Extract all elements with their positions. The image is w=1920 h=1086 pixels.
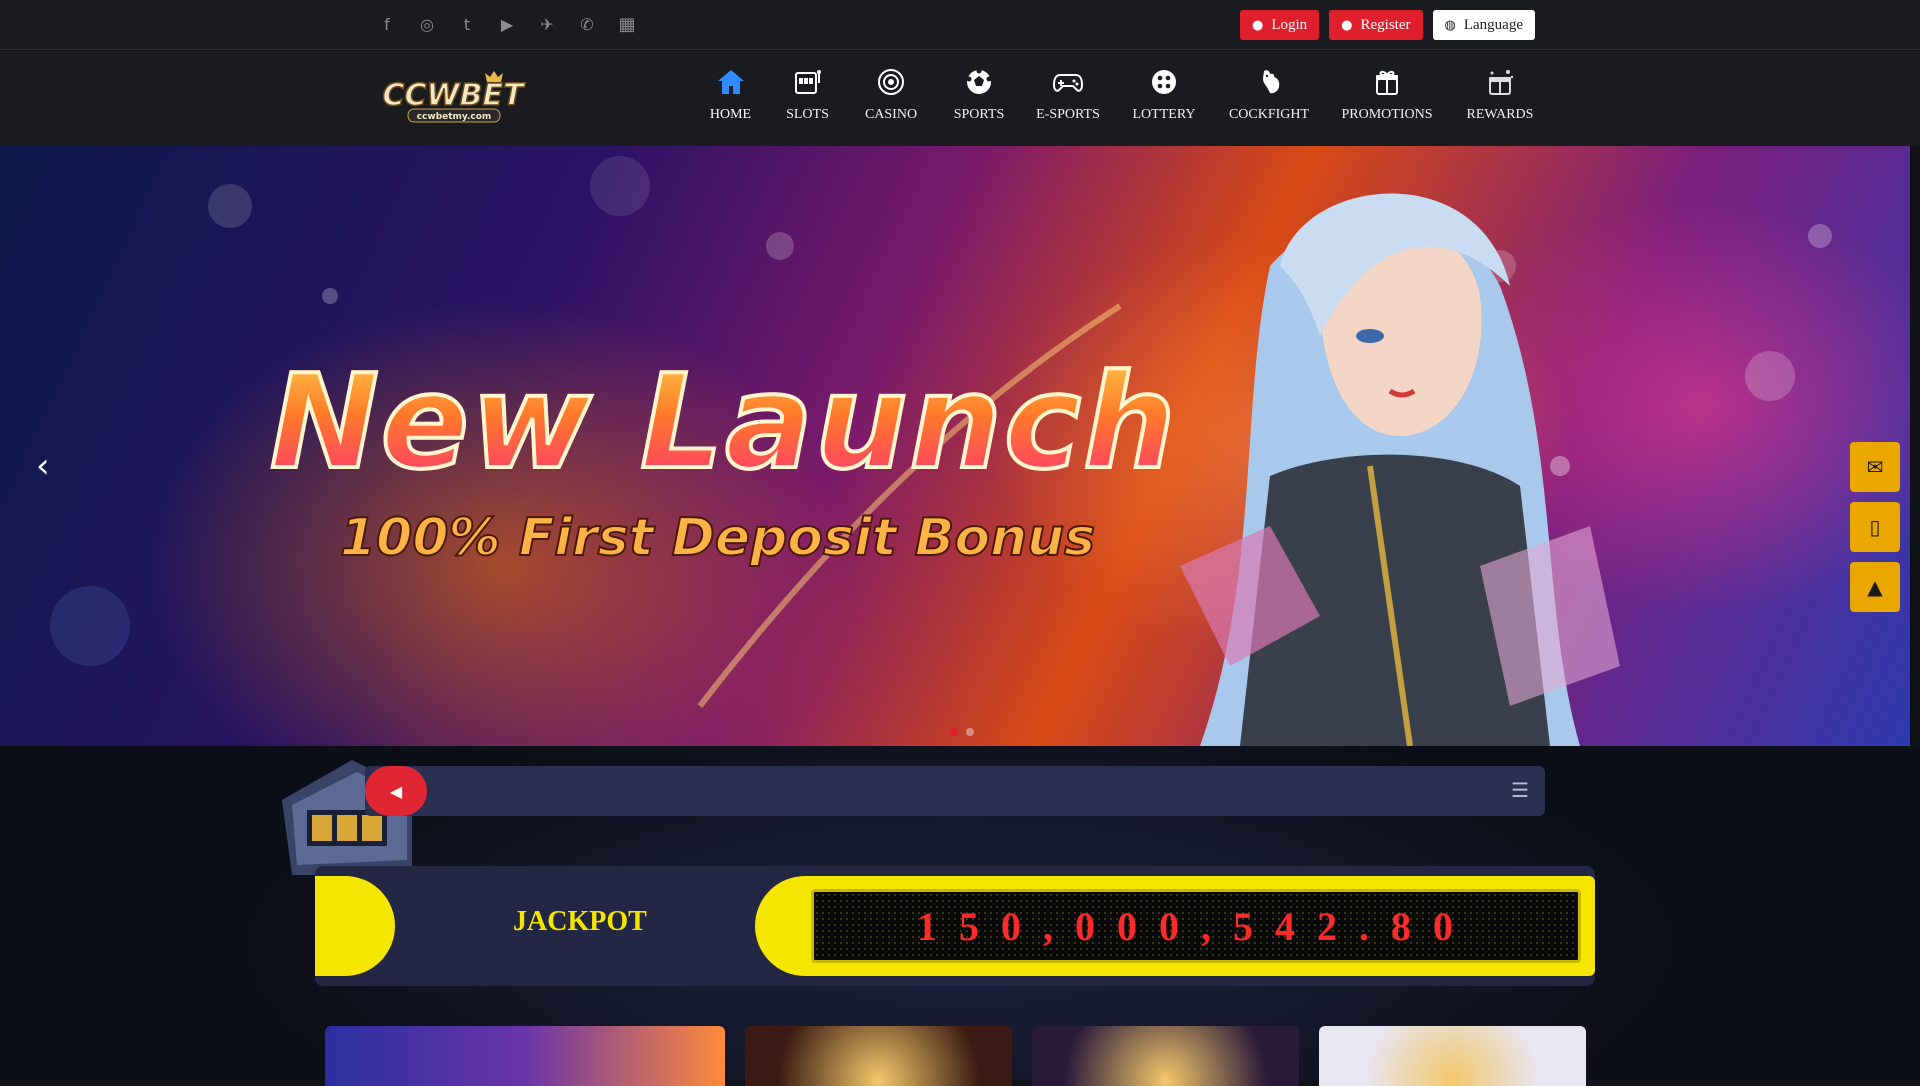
- user-plus-icon: ●: [1341, 17, 1353, 33]
- game-card[interactable]: [1032, 1026, 1299, 1086]
- nav-label: HOME: [709, 107, 752, 122]
- nav-home[interactable]: HOME: [692, 65, 769, 123]
- language-button[interactable]: ◍ Language: [1432, 10, 1535, 40]
- banner-subline: 100% First Deposit Bonus: [339, 507, 1096, 569]
- register-button[interactable]: ● Register: [1329, 10, 1423, 40]
- game-card-row: [325, 1026, 1586, 1086]
- nav-lottery[interactable]: LOTTERY: [1114, 65, 1214, 123]
- nav-label: REWARDS: [1466, 107, 1534, 122]
- casino-chip-icon: [874, 65, 908, 99]
- nav-esports[interactable]: E-SPORTS: [1022, 65, 1114, 123]
- carousel-indicators: [950, 728, 974, 736]
- lottery-ball-icon: [1147, 65, 1181, 99]
- top-bar: f ◎ t ▶ ✈ ✆ ▦ ● Login ● Register ◍ Langu…: [0, 0, 1920, 50]
- globe-icon: ◍: [1444, 17, 1456, 33]
- jackpot-panel: JACKPOT 150,000,542.80: [315, 866, 1595, 986]
- mobile-icon[interactable]: ▯: [1850, 502, 1900, 552]
- rooster-icon: [1252, 65, 1286, 99]
- nav-label: PROMOTIONS: [1341, 107, 1433, 122]
- nav-label: E-SPORTS: [1036, 107, 1100, 122]
- nav-label: LOTTERY: [1132, 107, 1196, 122]
- nav-casino[interactable]: CASINO: [846, 65, 936, 123]
- floating-side-tools: ✉ ▯ ▲: [1850, 442, 1900, 612]
- nav-sports[interactable]: SPORTS: [936, 65, 1022, 123]
- jackpot-counter: 150,000,542.80: [811, 889, 1581, 963]
- logo-text: CCWBET: [383, 78, 526, 113]
- game-card[interactable]: [1319, 1026, 1586, 1086]
- qr-icon[interactable]: ▦: [618, 12, 636, 36]
- instagram-icon[interactable]: ◎: [418, 12, 436, 36]
- language-label: Language: [1463, 16, 1523, 33]
- banner-character-image: [1180, 193, 1620, 746]
- game-card[interactable]: [745, 1026, 1012, 1086]
- jackpot-value: 150,000,542.80: [917, 903, 1475, 949]
- carousel-dot[interactable]: [950, 728, 958, 736]
- telegram-icon[interactable]: ✈: [538, 12, 556, 36]
- game-card[interactable]: [325, 1026, 725, 1086]
- user-icon: ●: [1251, 17, 1264, 33]
- home-icon: [714, 65, 748, 99]
- login-button[interactable]: ● Login: [1239, 10, 1320, 40]
- nav-label: SLOTS: [786, 107, 829, 122]
- main-navbar: CCWBET ccwbetmy.com HOME SLOTS CASINO SP…: [0, 51, 1920, 146]
- main-nav: HOME SLOTS CASINO SPORTS E-SPORTS LOTTER…: [692, 65, 1550, 123]
- facebook-icon[interactable]: f: [378, 12, 396, 36]
- social-links: f ◎ t ▶ ✈ ✆ ▦: [378, 12, 636, 36]
- banner-prev-arrow[interactable]: ‹: [36, 446, 50, 486]
- chat-icon[interactable]: ✉: [1850, 442, 1900, 492]
- nav-label: SPORTS: [953, 107, 1005, 122]
- menu-icon[interactable]: ☰: [1511, 778, 1529, 802]
- nav-label: CASINO: [864, 107, 918, 122]
- jackpot-display-frame: 150,000,542.80: [755, 876, 1595, 976]
- register-label: Register: [1360, 16, 1411, 33]
- gamepad-icon: [1051, 65, 1085, 99]
- jackpot-label: JACKPOT: [513, 906, 647, 937]
- soccer-ball-icon: [962, 65, 996, 99]
- whatsapp-icon[interactable]: ✆: [578, 12, 596, 36]
- carousel-dot[interactable]: [966, 728, 974, 736]
- gift-box-icon: [1370, 65, 1404, 99]
- jackpot-accent-left: [315, 876, 395, 976]
- auth-actions: ● Login ● Register ◍ Language: [1239, 10, 1535, 40]
- speaker-icon: ◀: [365, 766, 427, 816]
- nav-label: COCKFIGHT: [1228, 107, 1310, 122]
- announcement-marquee[interactable]: ◀ ☰: [365, 766, 1545, 816]
- slot-machine-icon: [791, 65, 825, 99]
- nav-rewards[interactable]: REWARDS: [1450, 65, 1550, 123]
- banner-headline: New Launch: [268, 344, 1178, 500]
- brand-logo[interactable]: CCWBET ccwbetmy.com: [378, 69, 528, 125]
- twitter-icon[interactable]: t: [458, 12, 476, 36]
- top-icon[interactable]: ▲: [1850, 562, 1900, 612]
- nav-cockfight[interactable]: COCKFIGHT: [1214, 65, 1324, 123]
- logo-subtext: ccwbetmy.com: [417, 112, 492, 122]
- youtube-icon[interactable]: ▶: [498, 12, 516, 36]
- nav-promotions[interactable]: PROMOTIONS: [1324, 65, 1450, 123]
- promo-banner[interactable]: ‹ New Launch 100% First Deposit Bonus: [0, 146, 1910, 746]
- login-label: Login: [1271, 16, 1308, 33]
- rewards-gift-icon: [1483, 65, 1517, 99]
- nav-slots[interactable]: SLOTS: [769, 65, 846, 123]
